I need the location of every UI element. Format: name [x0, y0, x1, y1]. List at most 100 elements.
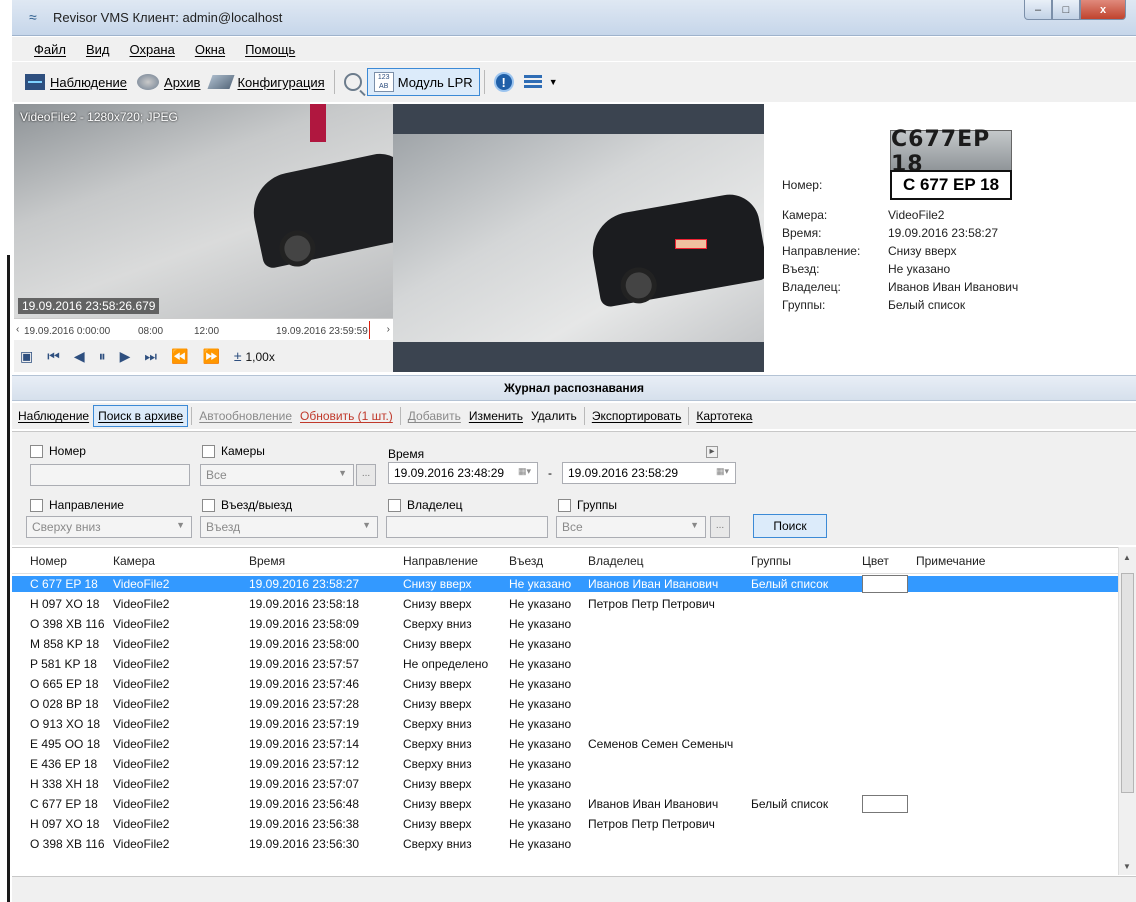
menu-help[interactable]: Помощь [245, 42, 295, 57]
recognition-table: Номер Камера Время Направление Въезд Вла… [12, 547, 1118, 875]
entry-filter-checkbox[interactable]: Въезд/выезд [202, 498, 292, 512]
cameras-filter-select[interactable]: Все ▼ [200, 464, 354, 486]
cards-button[interactable]: Картотека [692, 406, 756, 426]
cameras-filter-checkbox[interactable]: Камеры [202, 444, 265, 458]
col-camera[interactable]: Камера [113, 554, 249, 568]
delete-button[interactable]: Удалить [527, 406, 581, 426]
menu-windows[interactable]: Окна [195, 42, 225, 57]
groups-more-button[interactable]: ... [710, 516, 730, 538]
lpr-module-button[interactable]: 123 AB Модуль LPR [366, 68, 480, 96]
entry-filter-select[interactable]: Въезд ▼ [200, 516, 378, 538]
info-button[interactable]: ! [489, 68, 519, 96]
direction-filter-checkbox[interactable]: Направление [30, 498, 124, 512]
list-menu-button[interactable]: ▼ [519, 68, 563, 96]
table-row[interactable]: M 858 KP 18 VideoFile2 19.09.2016 23:58:00… [12, 636, 1118, 652]
maximize-button[interactable]: □ [1052, 0, 1080, 20]
edit-button[interactable]: Изменить [465, 406, 527, 426]
window-controls: – □ x [1024, 0, 1126, 22]
col-time[interactable]: Время [249, 554, 403, 568]
table-row[interactable]: E 495 OO 18 VideoFile2 19.09.2016 23:57:14… [12, 736, 1118, 752]
number-filter-input[interactable] [30, 464, 190, 486]
close-button[interactable]: x [1080, 0, 1126, 20]
export-button[interactable]: Экспортировать [588, 406, 686, 426]
list-icon [523, 75, 542, 89]
col-groups[interactable]: Группы [751, 554, 862, 568]
search-submit-button[interactable]: Поиск [753, 514, 827, 538]
table-row[interactable]: O 028 BP 18 VideoFile2 19.09.2016 23:57:28… [12, 696, 1118, 712]
auto-update-button[interactable]: Автообновление [195, 406, 296, 426]
col-owner[interactable]: Владелец [588, 554, 751, 568]
col-color[interactable]: Цвет [862, 554, 916, 568]
owner-filter-input[interactable] [386, 516, 548, 538]
scroll-up-icon[interactable]: ▲ [1123, 553, 1131, 562]
cell-time: 19.09.2016 23:57:14 [249, 737, 360, 751]
detail-key: Въезд: [782, 262, 820, 276]
table-row[interactable]: O 398 XB 116 VideoFile2 19.09.2016 23:58:0… [12, 616, 1118, 632]
cell-time: 19.09.2016 23:58:18 [249, 597, 360, 611]
skip-end-icon[interactable]: ⏭ [144, 348, 157, 365]
search-button[interactable] [339, 68, 367, 96]
table-row[interactable]: O 398 XB 116 VideoFile2 19.09.2016 23:56:3… [12, 836, 1118, 852]
cell-entry: Не указано [509, 777, 572, 791]
journal-watch-button[interactable]: Наблюдение [14, 406, 93, 426]
timeline-tick-8: 08:00 [138, 326, 164, 337]
number-filter-checkbox[interactable]: Номер [30, 444, 86, 458]
menu-file[interactable]: Файл [34, 42, 66, 57]
minimize-button[interactable]: – [1024, 0, 1052, 20]
pause-icon[interactable]: ⏸ [99, 348, 106, 365]
groups-filter-checkbox[interactable]: Группы [558, 498, 617, 512]
rewind-icon[interactable]: ⏪ [171, 348, 188, 365]
calendar-icon: ▦▾ [517, 466, 531, 476]
time-from-input[interactable]: 19.09.2016 23:48:29 ▦▾ [388, 462, 538, 484]
table-scrollbar[interactable]: ▲ ▼ [1118, 547, 1136, 875]
play-icon[interactable]: ▶ [120, 348, 131, 365]
table-row[interactable]: C 677 EP 18 VideoFile2 19.09.2016 23:56:48… [12, 795, 1118, 813]
table-row[interactable]: C 677 EP 18 VideoFile2 19.09.2016 23:58:27… [12, 575, 1118, 593]
watch-button[interactable]: Наблюдение [20, 68, 132, 96]
table-row[interactable]: O 665 EP 18 VideoFile2 19.09.2016 23:57:46… [12, 676, 1118, 692]
timeline-position-marker[interactable] [369, 321, 370, 339]
timeline-right-arrow[interactable]: › [387, 324, 390, 335]
toolbar-separator [399, 407, 401, 425]
owner-filter-label: Владелец [407, 498, 463, 512]
fast-forward-icon[interactable]: ⏩ [202, 348, 219, 365]
config-button[interactable]: Конфигурация [205, 68, 329, 96]
menu-view[interactable]: Вид [86, 42, 110, 57]
groups-filter-select[interactable]: Все ▼ [556, 516, 706, 538]
skip-start-icon[interactable]: ⏮ [47, 348, 60, 365]
table-row[interactable]: H 338 XH 18 VideoFile2 19.09.2016 23:57:07… [12, 776, 1118, 792]
step-back-icon[interactable]: ◀ [74, 348, 85, 365]
detail-camera: Камера: VideoFile2 [782, 208, 944, 222]
scroll-down-icon[interactable]: ▼ [1123, 862, 1131, 871]
cameras-more-button[interactable]: ... [356, 464, 376, 486]
speed-control[interactable]: ± 1,00x [234, 348, 275, 364]
expand-time-icon[interactable]: ▸ [706, 446, 718, 458]
cell-entry: Не указано [509, 617, 572, 631]
snapshot-icon[interactable]: ▣ [20, 348, 33, 365]
table-row[interactable]: H 097 XO 18 VideoFile2 19.09.2016 23:56:38… [12, 816, 1118, 832]
cell-time: 19.09.2016 23:56:30 [249, 837, 360, 851]
col-entry[interactable]: Въезд [509, 554, 588, 568]
table-row[interactable]: E 436 EP 18 VideoFile2 19.09.2016 23:57:12… [12, 756, 1118, 772]
refresh-button[interactable]: Обновить (1 шт.) [296, 406, 397, 426]
col-number[interactable]: Номер [20, 554, 113, 568]
archive-button[interactable]: Архив [132, 68, 205, 96]
time-to-input[interactable]: 19.09.2016 23:58:29 ▦▾ [562, 462, 736, 484]
search-archive-button[interactable]: Поиск в архиве [93, 405, 189, 427]
add-button[interactable]: Добавить [404, 406, 465, 426]
video-timeline[interactable]: ‹ 19.09.2016 0:00:00 08:00 12:00 19.09.2… [14, 318, 393, 340]
cell-time: 19.09.2016 23:57:07 [249, 777, 360, 791]
col-note[interactable]: Примечание [916, 554, 1066, 568]
direction-filter-select[interactable]: Сверху вниз ▼ [26, 516, 192, 538]
col-direction[interactable]: Направление [403, 554, 509, 568]
cell-camera: VideoFile2 [113, 617, 170, 631]
owner-filter-checkbox[interactable]: Владелец [388, 498, 463, 512]
scrollbar-thumb[interactable] [1121, 573, 1134, 793]
menu-security[interactable]: Охрана [130, 42, 175, 57]
timeline-left-arrow[interactable]: ‹ [16, 324, 19, 335]
cell-direction: Сверху вниз [403, 737, 472, 751]
table-row[interactable]: P 581 KP 18 VideoFile2 19.09.2016 23:57:57… [12, 656, 1118, 672]
live-video-view[interactable]: VideoFile2 - 1280x720; JPEG 19.09.2016 2… [14, 104, 393, 318]
table-row[interactable]: H 097 XO 18 VideoFile2 19.09.2016 23:58:18… [12, 596, 1118, 612]
table-row[interactable]: O 913 XO 18 VideoFile2 19.09.2016 23:57:19… [12, 716, 1118, 732]
